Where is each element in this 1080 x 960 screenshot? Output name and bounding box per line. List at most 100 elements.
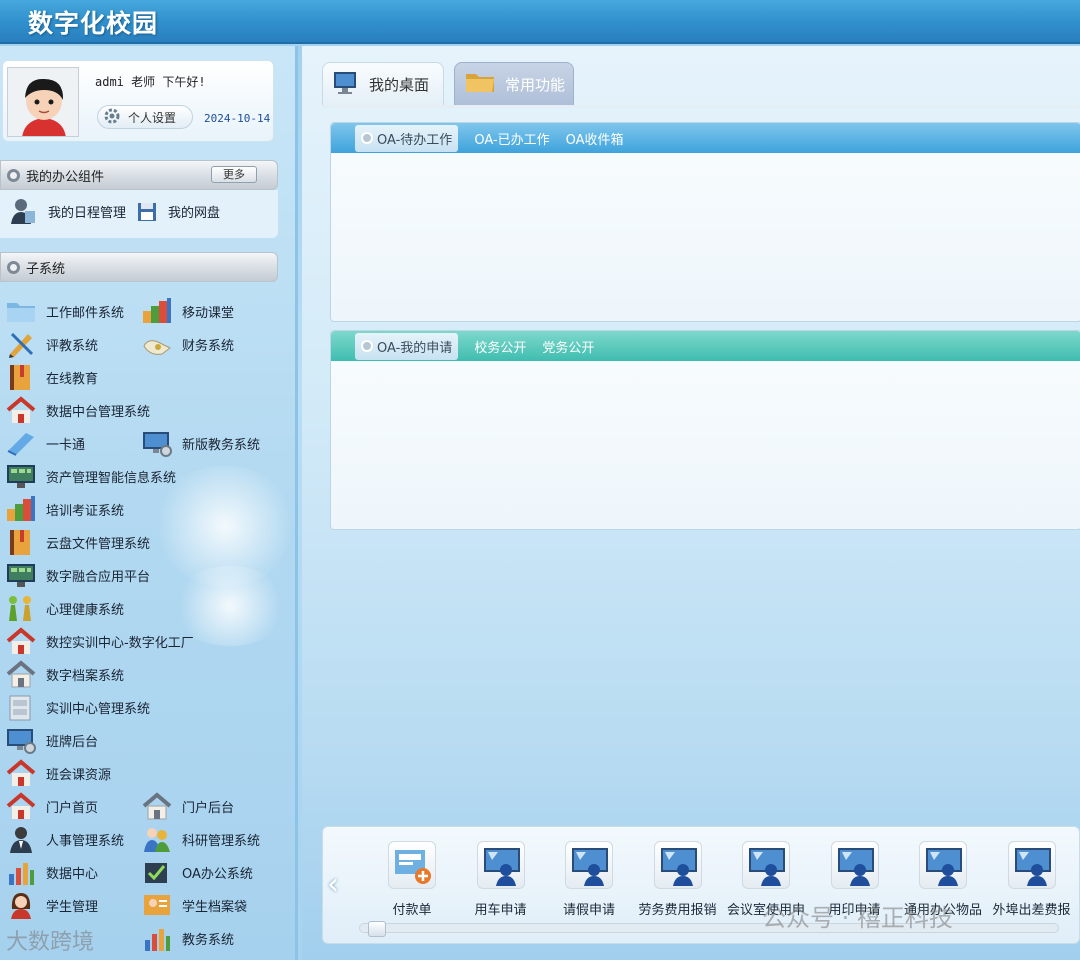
subsystem-item-label: 一卡通 (46, 437, 86, 453)
tab-party-affairs[interactable]: 党务公开 (542, 333, 594, 360)
subsystem-item-left-6[interactable]: 培训考证系统 (6, 494, 124, 524)
house-icon (6, 627, 36, 655)
tab-oa-todo-label: OA-待办工作 (377, 132, 453, 148)
subsystem-item-right-6[interactable]: 学生档案袋 (142, 890, 247, 920)
user-monitor-icon (565, 841, 613, 889)
subsystem-item-left-11[interactable]: 数字档案系统 (6, 659, 124, 689)
quick-item-1[interactable]: 用车申请 (458, 841, 544, 918)
tab-oa-inbox[interactable]: OA收件箱 (566, 125, 624, 152)
subsystem-item-left-4[interactable]: 一卡通 (6, 428, 85, 458)
tab-oa-todo[interactable]: OA-待办工作 (355, 124, 459, 152)
subsystem-item-label: 学生管理 (46, 899, 99, 915)
tab-common-functions[interactable]: 常用功能 (454, 62, 574, 106)
avatar (7, 67, 79, 137)
subsystem-item-right-3[interactable]: 门户后台 (142, 791, 234, 821)
quick-item-label: 用车申请 (474, 903, 527, 918)
quick-item-7[interactable]: 外埠出差费报 (989, 841, 1075, 918)
subsystem-item-left-16[interactable]: 人事管理系统 (6, 824, 124, 854)
server-monitor-icon (6, 561, 36, 589)
quick-scrollbar-thumb[interactable] (368, 921, 386, 937)
quick-item-0[interactable]: 付款单 (369, 841, 455, 918)
subsystem-item-label: 数据中心 (46, 866, 99, 882)
scroll-left-arrow[interactable]: ‹ (327, 867, 339, 902)
house-icon (6, 792, 36, 820)
subsystem-item-label: 学生档案袋 (182, 899, 248, 915)
monitor-gear-icon (142, 429, 172, 457)
ring-icon (7, 260, 20, 274)
subsystem-item-right-7[interactable]: 教务系统 (142, 923, 234, 953)
subsystem-item-left-1[interactable]: 评教系统 (6, 329, 98, 359)
more-button[interactable]: 更多 (211, 166, 257, 183)
tab-my-desktop-label: 我的桌面 (369, 76, 430, 94)
widget-schedule[interactable]: 我的日程管理 (8, 196, 126, 226)
user-monitor-icon (1007, 841, 1056, 889)
subsystem-item-right-4[interactable]: 科研管理系统 (142, 824, 260, 854)
monitor-gear-icon (6, 726, 36, 754)
subsystem-item-label: 班会课资源 (46, 767, 112, 783)
subsystem-item-left-2[interactable]: 在线教育 (6, 362, 98, 392)
house-gray-icon (6, 660, 36, 688)
subsystem-item-label: 培训考证系统 (46, 503, 125, 519)
current-date: 2024-10-14 (204, 112, 271, 125)
tab-my-desktop[interactable]: 我的桌面 (322, 62, 444, 106)
wallet-icon (142, 330, 172, 358)
subsystem-item-right-1[interactable]: 财务系统 (142, 329, 234, 359)
watermark-left: 大数跨境 (6, 930, 95, 955)
widget-netdisk-label: 我的网盘 (168, 205, 221, 221)
subsystem-item-label: 财务系统 (182, 338, 235, 354)
user-monitor-icon (919, 841, 967, 889)
subsystem-item-label: OA办公系统 (182, 866, 253, 882)
ring-icon (361, 132, 373, 144)
book-icon (6, 528, 36, 556)
subsystem-item-right-0[interactable]: 移动课堂 (142, 296, 234, 326)
quick-scrollbar[interactable] (359, 921, 1059, 937)
subsystem-item-label: 实训中心管理系统 (46, 701, 151, 717)
subsystem-item-label: 新版教务系统 (182, 437, 261, 453)
subsystem-item-left-7[interactable]: 云盘文件管理系统 (6, 527, 150, 557)
quick-item-3[interactable]: 劳务费用报销 (635, 841, 721, 918)
card-icon (6, 429, 36, 457)
book-icon (6, 363, 36, 391)
subsystem-item-label: 数据中台管理系统 (46, 404, 151, 420)
pencil-icon (6, 330, 36, 358)
widget-schedule-label: 我的日程管理 (48, 205, 127, 221)
house-icon (6, 396, 36, 424)
subsystem-item-left-10[interactable]: 数控实训中心-数字化工厂 (6, 626, 194, 656)
sidebar: admi 老师 下午好! 个人设置 2024-10-14 我的办公组件 更多 我… (0, 46, 298, 960)
main-content: 我的桌面 常用功能 OA-待办工作 OA-已办工作 OA收件箱 OA-我的申请 … (302, 46, 1080, 960)
app-header: 数字化校园 (0, 0, 1080, 44)
tab-oa-my-request[interactable]: OA-我的申请 (355, 332, 459, 360)
gear-icon (104, 108, 120, 127)
subsystem-item-left-18[interactable]: 学生管理 (6, 890, 98, 920)
subsystem-item-right-2[interactable]: 新版教务系统 (142, 428, 260, 458)
subsystem-item-left-15[interactable]: 门户首页 (6, 791, 98, 821)
floppy-disk-icon (136, 197, 158, 225)
tab-oa-my-request-label: OA-我的申请 (377, 340, 453, 356)
portfolio-icon (142, 891, 172, 919)
oa-work-panel-header: OA-待办工作 OA-已办工作 OA收件箱 (331, 123, 1080, 153)
oa-request-panel-header: OA-我的申请 校务公开 党务公开 (331, 331, 1080, 361)
subsystem-item-label: 科研管理系统 (182, 833, 261, 849)
subsystem-item-label: 数控实训中心-数字化工厂 (46, 635, 194, 651)
subsystem-item-left-8[interactable]: 数字融合应用平台 (6, 560, 150, 590)
widget-netdisk[interactable]: 我的网盘 (136, 196, 220, 226)
user-monitor-icon (476, 841, 525, 889)
tab-oa-done[interactable]: OA-已办工作 (474, 125, 549, 152)
subsystem-item-left-0[interactable]: 工作邮件系统 (6, 296, 124, 326)
tab-common-functions-label: 常用功能 (505, 75, 566, 94)
quick-item-2[interactable]: 请假申请 (546, 841, 632, 918)
subsystem-item-right-5[interactable]: OA办公系统 (142, 857, 253, 887)
subsystem-item-left-5[interactable]: 资产管理智能信息系统 (6, 461, 176, 491)
user-monitor-icon (830, 841, 879, 889)
subsystem-item-left-14[interactable]: 班会课资源 (6, 758, 111, 788)
subsystem-item-left-12[interactable]: 实训中心管理系统 (6, 692, 150, 722)
quick-item-label: 外埠出差费报 (992, 903, 1071, 918)
personal-settings-button[interactable]: 个人设置 (97, 105, 193, 129)
subsystem-item-label: 人事管理系统 (46, 833, 125, 849)
subsystem-item-left-9[interactable]: 心理健康系统 (6, 593, 124, 623)
subsystem-item-left-17[interactable]: 数据中心 (6, 857, 98, 887)
tab-school-affairs[interactable]: 校务公开 (474, 333, 526, 360)
woman-icon (6, 891, 36, 919)
subsystem-item-left-13[interactable]: 班牌后台 (6, 725, 98, 755)
subsystem-item-left-3[interactable]: 数据中台管理系统 (6, 395, 150, 425)
